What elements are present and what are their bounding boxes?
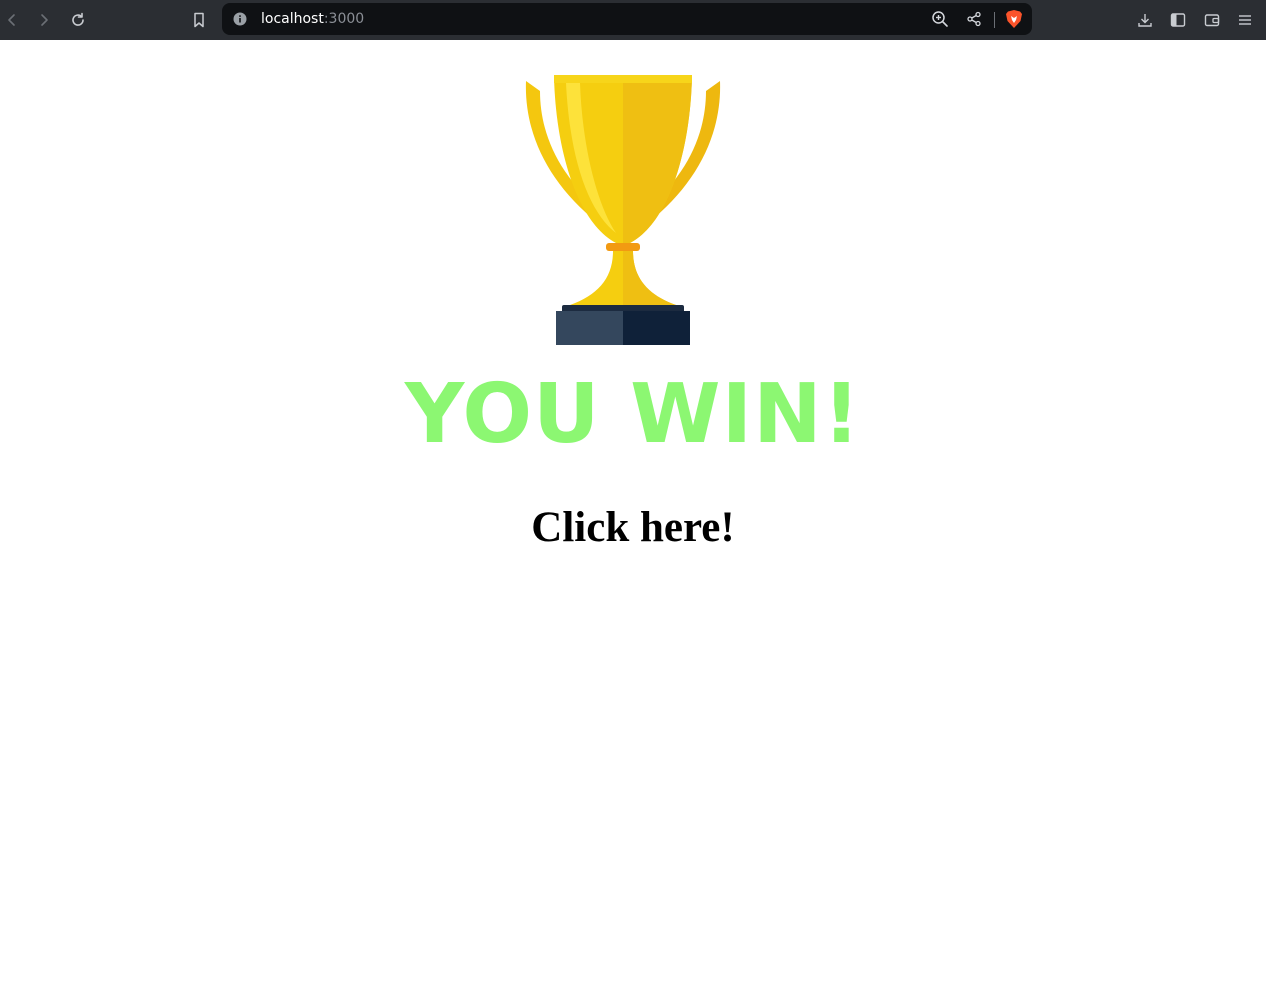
- browser-toolbar: localhost:3000: [0, 0, 1266, 40]
- wallet-button[interactable]: [1200, 8, 1224, 32]
- brave-shield-icon: [1006, 10, 1022, 28]
- you-win-banner: YOU WIN!: [404, 367, 862, 462]
- share-button[interactable]: [964, 9, 984, 29]
- info-icon[interactable]: [233, 12, 247, 26]
- url-divider: [994, 12, 995, 28]
- bookmark-icon: [194, 12, 204, 28]
- zoom-button[interactable]: [930, 9, 950, 29]
- click-here-link[interactable]: Click here!: [0, 502, 1266, 554]
- address-bar[interactable]: localhost:3000: [222, 3, 1032, 35]
- menu-icon: [1239, 15, 1251, 25]
- forward-button[interactable]: [32, 8, 56, 32]
- back-button[interactable]: [0, 8, 24, 32]
- bookmark-button[interactable]: [187, 8, 211, 32]
- menu-button[interactable]: [1233, 8, 1257, 32]
- chevron-left-icon: [8, 14, 15, 26]
- reload-button[interactable]: [66, 8, 90, 32]
- trophy-icon: [525, 75, 721, 345]
- share-icon: [967, 11, 981, 27]
- url-port: :3000: [323, 11, 365, 27]
- zoom-in-icon: [932, 11, 948, 27]
- page-content: YOU WIN! Click here!: [0, 40, 1266, 982]
- reload-icon: [72, 12, 84, 26]
- url-text[interactable]: localhost:3000: [261, 10, 364, 28]
- wallet-icon: [1204, 14, 1220, 27]
- url-host: localhost: [261, 11, 324, 27]
- sidebar-button[interactable]: [1166, 8, 1190, 32]
- download-icon: [1138, 14, 1152, 27]
- chevron-right-icon: [41, 14, 48, 26]
- brave-shields-button[interactable]: [1004, 9, 1024, 29]
- downloads-button[interactable]: [1133, 8, 1157, 32]
- sidebar-icon: [1170, 13, 1186, 27]
